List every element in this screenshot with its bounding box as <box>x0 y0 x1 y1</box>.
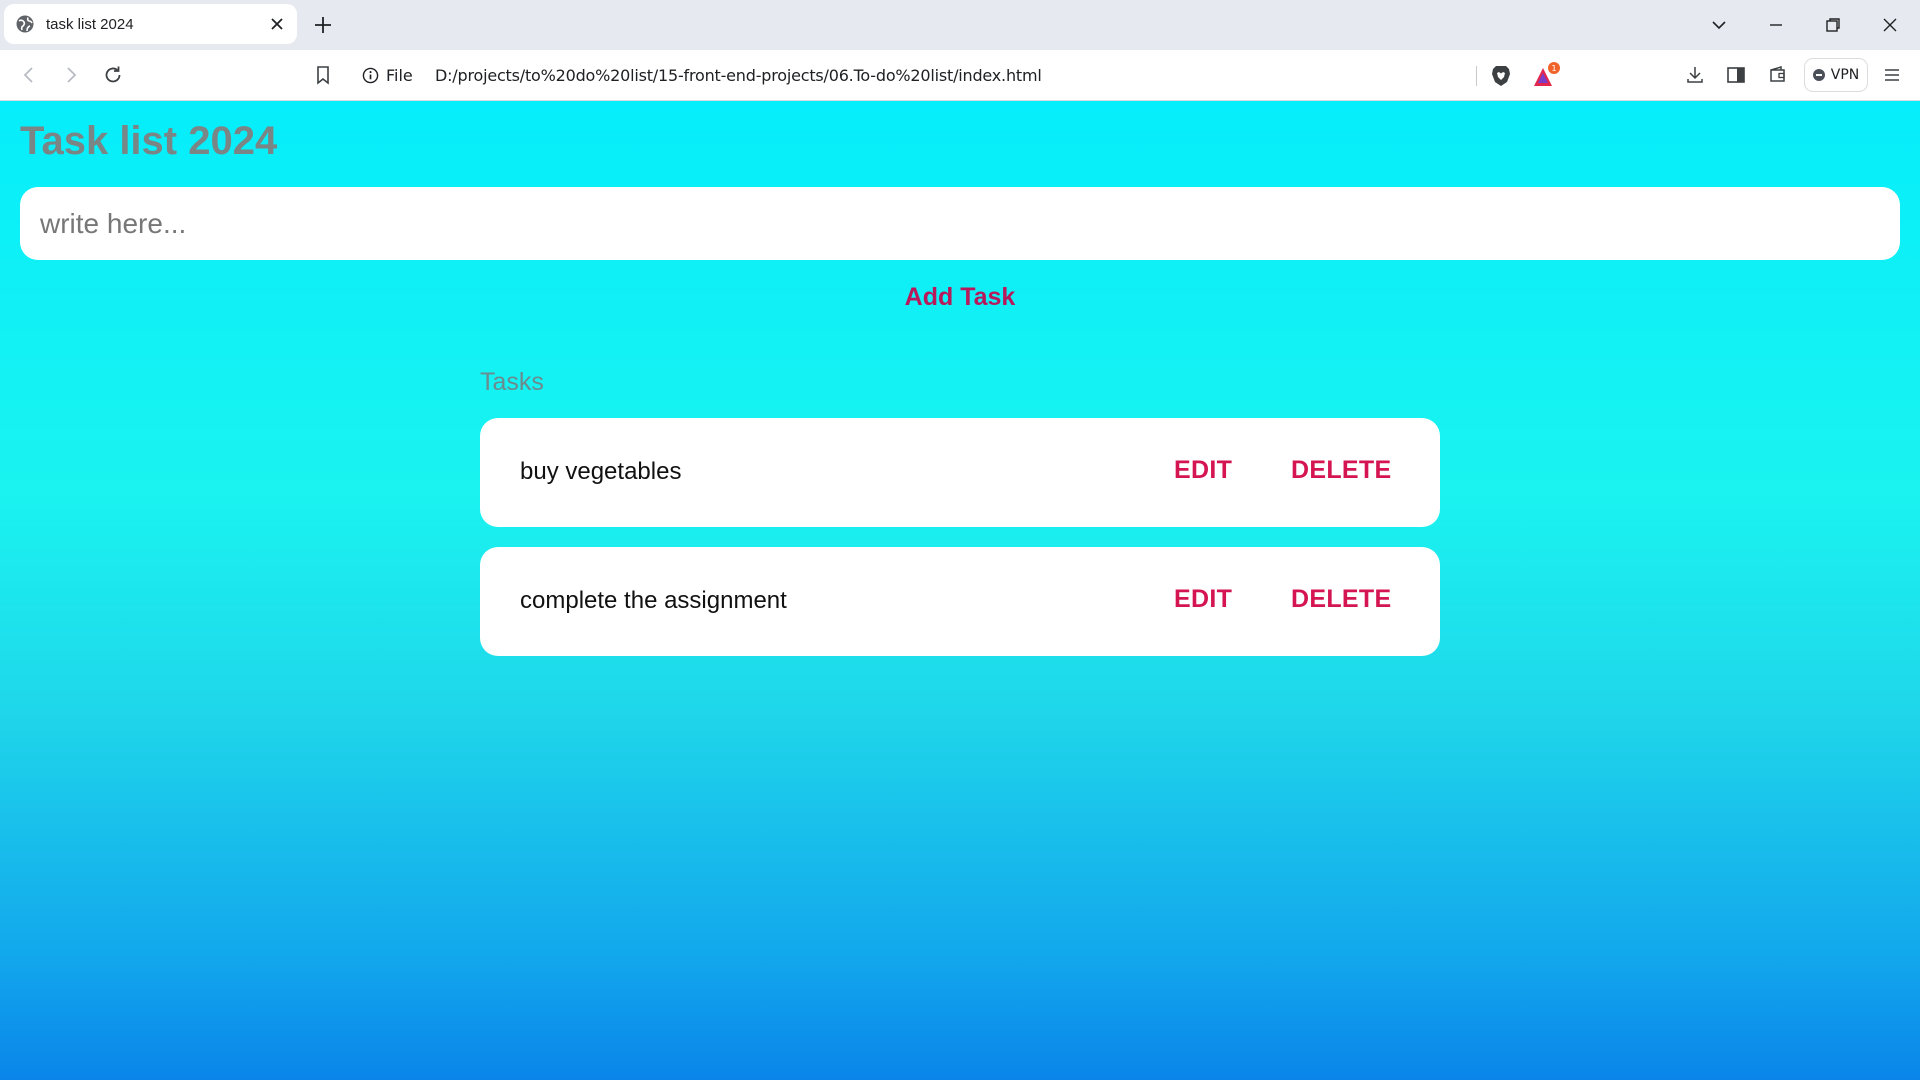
tasks-heading: Tasks <box>480 368 544 396</box>
delete-button[interactable]: DELETE <box>1291 456 1391 485</box>
page-viewport: Task list 2024 Add Task Tasks buy vegeta… <box>0 101 1920 1080</box>
restore-icon[interactable] <box>1821 13 1845 37</box>
edit-button[interactable]: EDIT <box>1174 456 1232 485</box>
minimize-icon[interactable] <box>1764 13 1788 37</box>
back-icon[interactable] <box>17 63 41 87</box>
wallet-icon[interactable] <box>1766 63 1790 87</box>
browser-toolbar: File D:/projects/to%20do%20list/15-front… <box>0 50 1920 101</box>
tab-strip: task list 2024 <box>0 0 1920 50</box>
url-text[interactable]: D:/projects/to%20do%20list/15-front-end-… <box>435 66 1042 85</box>
vpn-button[interactable]: VPN <box>1804 58 1868 92</box>
brave-rewards-icon[interactable]: 1 <box>1532 62 1562 90</box>
close-tab-icon[interactable] <box>269 16 285 32</box>
task-item: complete the assignment EDIT DELETE <box>480 547 1440 656</box>
delete-button[interactable]: DELETE <box>1291 585 1391 614</box>
url-separator <box>1476 66 1477 86</box>
menu-icon[interactable] <box>1880 63 1904 87</box>
vpn-status-icon <box>1812 69 1825 81</box>
task-item: buy vegetables EDIT DELETE <box>480 418 1440 527</box>
bookmark-icon[interactable] <box>311 63 335 87</box>
rewards-badge: 1 <box>1551 64 1556 73</box>
site-info-icon[interactable] <box>362 67 379 84</box>
vpn-label: VPN <box>1830 67 1860 83</box>
address-bar[interactable]: File D:/projects/to%20do%20list/15-front… <box>352 56 1566 94</box>
tab-title: task list 2024 <box>46 15 134 33</box>
browser-tab[interactable]: task list 2024 <box>4 4 297 44</box>
downloads-icon[interactable] <box>1683 63 1707 87</box>
sidebar-icon[interactable] <box>1724 63 1748 87</box>
edit-button[interactable]: EDIT <box>1174 585 1232 614</box>
forward-icon[interactable] <box>59 63 83 87</box>
task-input[interactable] <box>20 187 1900 260</box>
url-scheme-label: File <box>386 66 413 85</box>
add-task-button[interactable]: Add Task <box>880 277 1040 317</box>
new-tab-icon[interactable] <box>312 14 334 36</box>
tab-search-icon[interactable] <box>1707 13 1731 37</box>
brave-shields-icon[interactable] <box>1490 64 1512 88</box>
reload-icon[interactable] <box>101 63 125 87</box>
task-text: complete the assignment <box>520 587 787 614</box>
task-text: buy vegetables <box>520 458 682 485</box>
page-title: Task list 2024 <box>20 119 278 163</box>
close-window-icon[interactable] <box>1878 13 1902 37</box>
globe-icon <box>16 15 34 33</box>
